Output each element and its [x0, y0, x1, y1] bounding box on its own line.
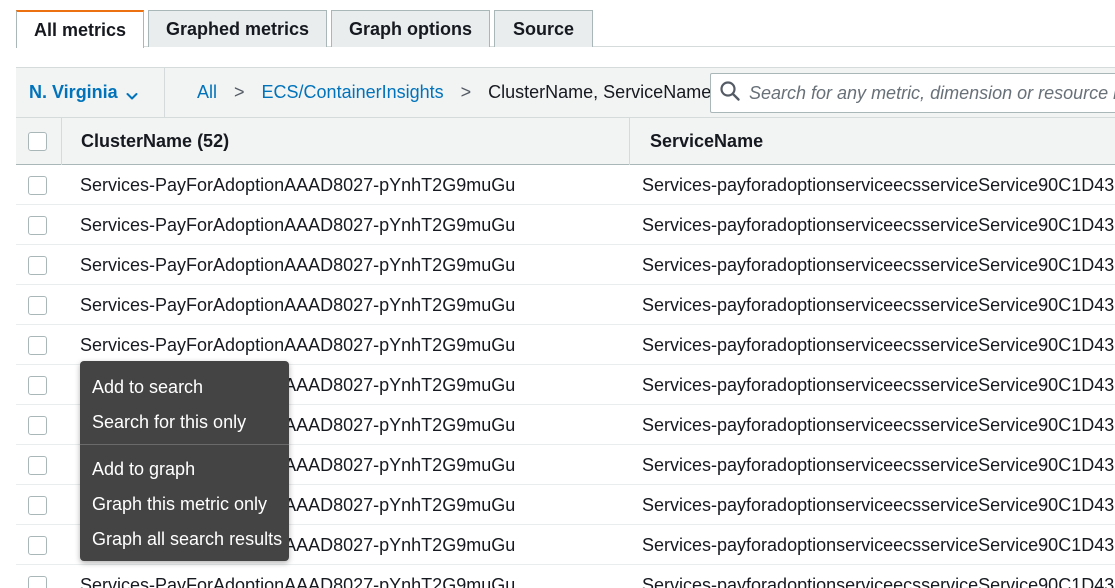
- toolbar-divider: [164, 68, 165, 117]
- cell-clustername[interactable]: Services-PayForAdoptionAAAD8027-pYnhT2G9…: [80, 165, 620, 205]
- row-checkbox[interactable]: [28, 375, 47, 395]
- row-checkbox[interactable]: [28, 215, 47, 235]
- row-select-cell: [28, 205, 47, 245]
- row-select-cell: [28, 245, 47, 285]
- breadcrumb-namespace[interactable]: ECS/ContainerInsights: [262, 82, 444, 103]
- menu-item-graph-all-search-results[interactable]: Graph all search results: [92, 529, 282, 550]
- menu-item-graph-this-metric-only[interactable]: Graph this metric only: [92, 494, 267, 515]
- tab-graphed-metrics[interactable]: Graphed metrics: [148, 10, 327, 47]
- cell-clustername[interactable]: Services-PayForAdoptionAAAD8027-pYnhT2G9…: [80, 565, 620, 588]
- column-divider: [61, 118, 62, 165]
- tab-source[interactable]: Source: [494, 10, 593, 47]
- row-checkbox[interactable]: [28, 535, 47, 555]
- row-checkbox[interactable]: [28, 415, 47, 435]
- row-checkbox[interactable]: [28, 575, 47, 588]
- select-all-cell: [28, 118, 47, 165]
- region-selector[interactable]: N. Virginia: [16, 68, 164, 117]
- cell-clustername[interactable]: Services-PayForAdoptionAAAD8027-pYnhT2G9…: [80, 245, 620, 285]
- column-divider: [629, 118, 630, 165]
- cell-servicename[interactable]: Services-payforadoptionserviceecsservice…: [642, 445, 1115, 485]
- row-checkbox[interactable]: [28, 495, 47, 515]
- cell-servicename[interactable]: Services-payforadoptionserviceecsservice…: [642, 525, 1115, 565]
- row-select-cell: [28, 285, 47, 325]
- table-row[interactable]: Services-PayForAdoptionAAAD8027-pYnhT2G9…: [16, 285, 1115, 325]
- metrics-tabs: All metrics Graphed metrics Graph option…: [0, 0, 1115, 48]
- cell-servicename[interactable]: Services-payforadoptionserviceecsservice…: [642, 365, 1115, 405]
- cell-servicename[interactable]: Services-payforadoptionserviceecsservice…: [642, 205, 1115, 245]
- row-checkbox[interactable]: [28, 175, 47, 195]
- menu-item-search-for-this-only[interactable]: Search for this only: [92, 412, 246, 433]
- row-select-cell: [28, 165, 47, 205]
- column-header-count: (52): [197, 131, 230, 151]
- row-select-cell: [28, 405, 47, 445]
- cell-servicename[interactable]: Services-payforadoptionserviceecsservice…: [642, 405, 1115, 445]
- column-header-label: ClusterName: [81, 131, 193, 151]
- row-checkbox[interactable]: [28, 295, 47, 315]
- menu-divider: [80, 444, 289, 445]
- row-checkbox[interactable]: [28, 335, 47, 355]
- column-header-label: ServiceName: [650, 131, 764, 151]
- breadcrumb-separator: >: [234, 82, 245, 102]
- cell-clustername[interactable]: Services-PayForAdoptionAAAD8027-pYnhT2G9…: [80, 285, 620, 325]
- column-header-clustername[interactable]: ClusterName (52): [81, 118, 229, 165]
- cell-clustername[interactable]: Services-PayForAdoptionAAAD8027-pYnhT2G9…: [80, 205, 620, 245]
- breadcrumb-separator: >: [460, 82, 472, 102]
- cell-servicename[interactable]: Services-payforadoptionserviceecsservice…: [642, 285, 1115, 325]
- table-row[interactable]: Services-PayForAdoptionAAAD8027-pYnhT2G9…: [16, 205, 1115, 245]
- cell-clustername[interactable]: Services-PayForAdoptionAAAD8027-pYnhT2G9…: [80, 325, 620, 365]
- cell-servicename[interactable]: Services-payforadoptionserviceecsservice…: [642, 245, 1115, 285]
- row-checkbox[interactable]: [28, 455, 47, 475]
- row-checkbox[interactable]: [28, 255, 47, 275]
- row-select-cell: [28, 565, 47, 588]
- row-select-cell: [28, 325, 47, 365]
- table-header: ClusterName (52) ServiceName: [16, 117, 1115, 165]
- cell-servicename[interactable]: Services-payforadoptionserviceecsservice…: [642, 325, 1115, 365]
- metrics-toolbar: N. Virginia All > ECS/ContainerInsights …: [16, 67, 1115, 117]
- breadcrumb-all[interactable]: All: [197, 82, 217, 103]
- table-row[interactable]: Services-PayForAdoptionAAAD8027-pYnhT2G9…: [16, 165, 1115, 205]
- region-label: N. Virginia: [29, 82, 118, 102]
- row-select-cell: [28, 485, 47, 525]
- column-header-servicename[interactable]: ServiceName: [650, 118, 763, 165]
- cell-servicename[interactable]: Services-payforadoptionserviceecsservice…: [642, 165, 1115, 205]
- cell-servicename[interactable]: Services-payforadoptionserviceecsservice…: [642, 565, 1115, 588]
- tab-graph-options[interactable]: Graph options: [331, 10, 490, 47]
- table-row[interactable]: Services-PayForAdoptionAAAD8027-pYnhT2G9…: [16, 565, 1115, 588]
- metric-search: [710, 73, 1115, 113]
- tab-all-metrics[interactable]: All metrics: [16, 10, 144, 48]
- table-row[interactable]: Services-PayForAdoptionAAAD8027-pYnhT2G9…: [16, 245, 1115, 285]
- chevron-down-icon: [126, 86, 138, 99]
- select-all-checkbox[interactable]: [28, 132, 47, 151]
- breadcrumb: All > ECS/ContainerInsights > ClusterNam…: [197, 68, 711, 117]
- menu-item-add-to-graph[interactable]: Add to graph: [92, 459, 195, 480]
- context-menu: Add to search Search for this only Add t…: [80, 361, 289, 561]
- row-select-cell: [28, 445, 47, 485]
- cell-servicename[interactable]: Services-payforadoptionserviceecsservice…: [642, 485, 1115, 525]
- row-select-cell: [28, 525, 47, 565]
- search-icon: [719, 80, 741, 107]
- row-select-cell: [28, 365, 47, 405]
- menu-item-add-to-search[interactable]: Add to search: [92, 377, 203, 398]
- table-row[interactable]: Services-PayForAdoptionAAAD8027-pYnhT2G9…: [16, 325, 1115, 365]
- search-input[interactable]: [749, 82, 1115, 104]
- breadcrumb-current: ClusterName, ServiceName: [488, 82, 712, 102]
